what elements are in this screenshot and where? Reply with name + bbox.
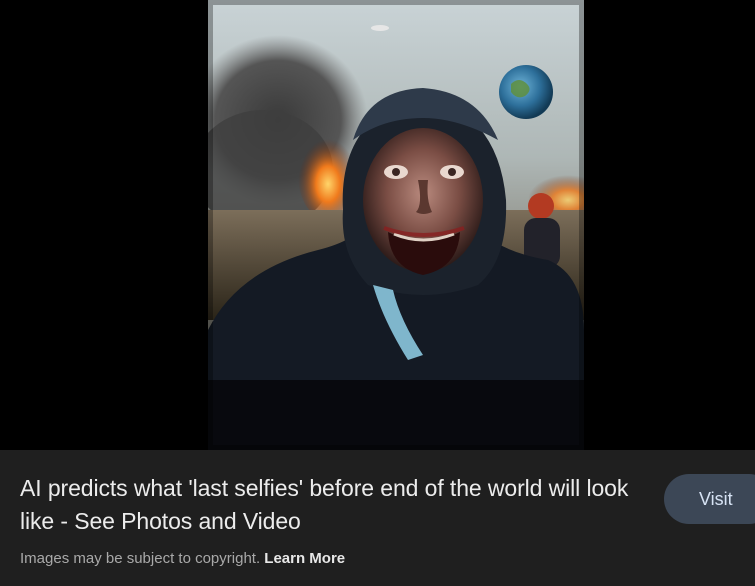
image-viewer: AI predicts what 'last selfies' before e… (0, 0, 755, 586)
copyright-text: Images may be subject to copyright. (20, 550, 261, 567)
result-image[interactable] (208, 0, 584, 450)
learn-more-link[interactable]: Learn More (264, 550, 345, 567)
visit-button[interactable]: Visit (664, 474, 755, 524)
result-title-link[interactable]: AI predicts what 'last selfies' before e… (20, 472, 630, 538)
image-info-panel: AI predicts what 'last selfies' before e… (0, 450, 755, 586)
copyright-notice: Images may be subject to copyright. Lear… (20, 550, 345, 567)
apocalypse-selfie-image (208, 0, 584, 450)
image-stage (0, 0, 755, 450)
